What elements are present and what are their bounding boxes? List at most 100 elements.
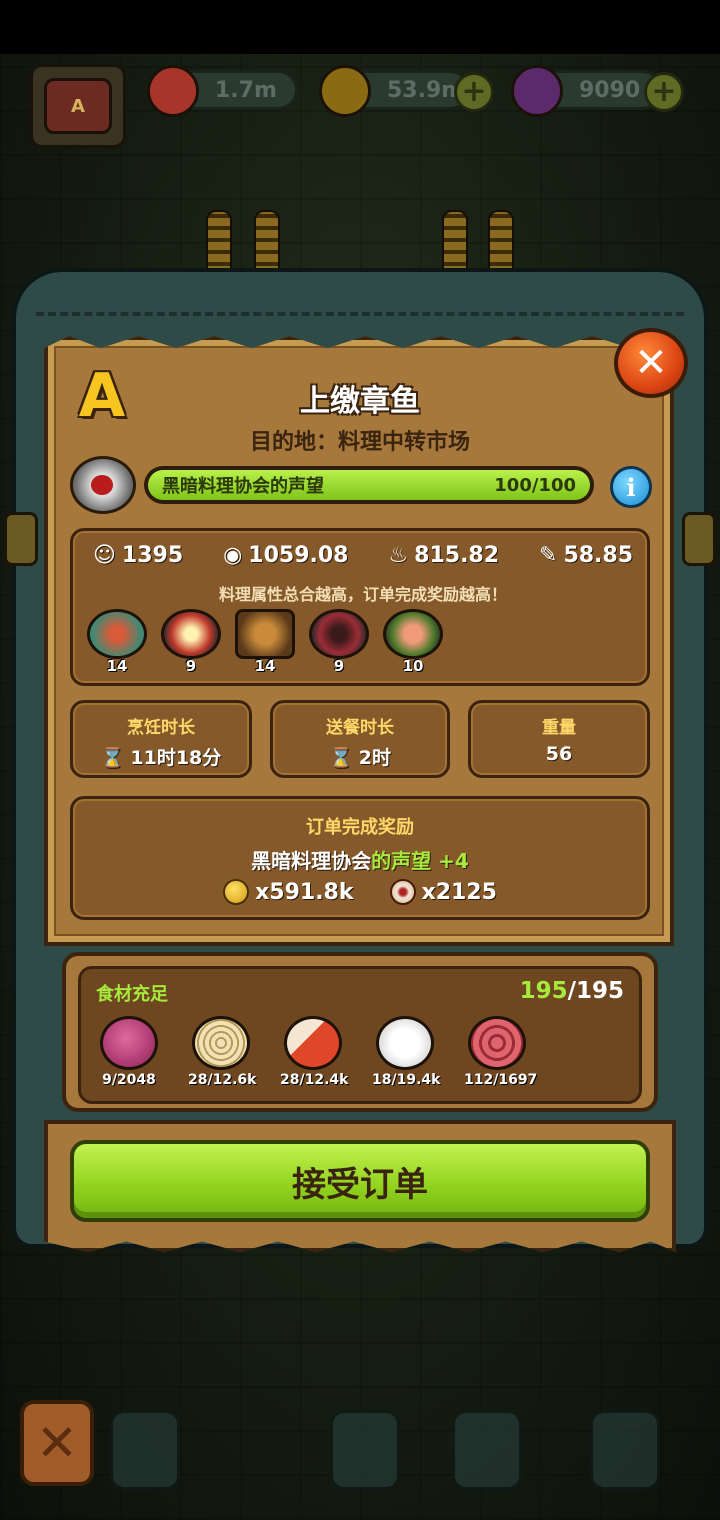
stat-row: ☺ 1395 ◉ 1059.08 ♨ 815.82 ✎ 58.85 [73,543,653,568]
dish-item[interactable]: 10 [383,609,443,675]
potion-resource: 9090 [511,65,662,117]
dish-count: 9 [333,657,345,675]
stat-eye: ◉ 1059.08 [223,543,348,568]
order-title: 上缴章鱼 [300,384,420,419]
reward-coins-value: x591.8k [255,879,354,905]
weight-label: 重量 [542,718,576,738]
noodles-icon [192,1016,250,1070]
stat-value: 1395 [121,543,184,568]
ingredient-item[interactable]: 28/12.4k [280,1016,349,1088]
add-coin-button[interactable]: + [454,72,494,112]
reputation-progress-fill: 黑暗料理协会的声望 100/100 [148,470,590,500]
reputation-value: 100/100 [494,474,576,496]
stat-value: 815.82 [414,543,500,568]
ingredient-item[interactable]: 28/12.6k [188,1016,256,1088]
hourglass-icon: ⌛ [100,747,125,769]
resource-bar: A 1.7m 53.9m + 9090 + [0,58,720,148]
ingredient-count: 9/2048 [102,1072,156,1088]
ingredients-total: /195 [567,978,624,1004]
coin-icon [223,879,250,905]
meat-icon [284,1016,342,1070]
coin-icon [319,65,371,117]
stat-mask: ☺ 1395 [93,543,183,568]
reward-reputation-org: 黑暗料理协会 [251,849,372,873]
book-icon [330,1410,400,1490]
info-icon: i [626,472,636,502]
rice-icon [376,1016,434,1070]
bottom-close-button[interactable]: ✕ [20,1400,94,1486]
bag-icon [452,1410,522,1490]
dish-item[interactable]: 14 [87,609,147,675]
reward-items: x591.8k x2125 [73,879,647,905]
potion-icon [511,65,563,117]
machine-knob [682,512,716,566]
onion-icon [100,1016,158,1070]
dish-count: 14 [254,657,276,675]
eye-icon: ◉ [223,543,243,568]
monster-face-icon: A [44,78,112,134]
ingredients-have: 195 [519,978,568,1004]
accept-order-button[interactable]: 接受订单 [70,1140,650,1222]
stat-value: 1059.08 [248,543,349,568]
reward-eyes-value: x2125 [421,879,497,905]
dish-list: 14 9 14 9 10 [87,609,443,675]
close-icon: ✕ [36,1414,78,1472]
hourglass-icon: ⌛ [329,747,353,769]
dimmed-nav-icon [590,1410,660,1490]
eyeball-resource: 1.7m [147,65,298,117]
reward-reputation: 黑暗料理协会的声望 +4 [73,845,647,874]
weight-box: 重量 56 [468,700,650,778]
reputation-label: 黑暗料理协会的声望 [162,476,324,497]
eyeball-value: 1.7m [215,77,277,103]
stat-knife: ✎ 58.85 [539,543,633,568]
ingredient-item[interactable]: 112/1697 [464,1016,538,1088]
coin-resource: 53.9m [319,65,470,117]
mask-icon: ☺ [92,543,116,568]
ingredients-status: 食材充足 [96,984,168,1005]
machine-knob [4,512,38,566]
ingredient-count: 28/12.4k [280,1072,349,1088]
reward-eyes: x2125 [389,879,497,905]
eyeball-icon [389,879,416,905]
ingredients-count: 195/195 [480,978,624,1004]
dish-count: 14 [106,657,128,675]
ingredient-count: 112/1697 [464,1072,538,1088]
dish-count: 9 [185,657,197,675]
dark-cuisine-guild-emblem-icon [70,456,136,514]
octopus-dish-icon [309,609,369,659]
dish-stats-box: ☺ 1395 ◉ 1059.08 ♨ 815.82 ✎ 58.85 料理属性总合越高，订… [70,528,650,686]
fried-dish-icon [235,609,295,659]
shrimp-dish-icon [383,609,443,659]
delivery-time-value: 2时 [358,747,391,769]
coin-value: 53.9m [387,77,465,103]
ingredient-item[interactable]: 9/2048 [96,1016,162,1088]
dish-count: 10 [402,657,424,675]
dimmed-nav-icon [110,1410,180,1490]
add-potion-button[interactable]: + [644,72,684,112]
tentacle-icon [468,1016,526,1070]
info-button[interactable]: i [610,466,652,508]
dish-item[interactable]: 9 [309,609,369,675]
ingredient-list: 9/2048 28/12.6k 28/12.4k 18/19.4k 112/16… [96,1016,538,1088]
cook-time-box: 烹饪时长 ⌛ 11时18分 [70,700,252,778]
dish-item[interactable]: 14 [235,609,295,675]
cook-time-label: 烹饪时长 [127,718,195,738]
ingredient-item[interactable]: 18/19.4k [372,1016,441,1088]
order-destination: 目的地：料理中转市场 [249,430,470,455]
delivery-time-box: 送餐时长 ⌛ 2时 [270,700,450,778]
reward-box: 订单完成奖励 黑暗料理协会的声望 +4 x591.8k x2125 [70,796,650,920]
stat-value: 58.85 [563,543,634,568]
stat-flame: ♨ 815.82 [388,543,499,568]
eyeball-icon [147,65,199,117]
egg-rice-dish-icon [161,609,221,659]
reward-coins: x591.8k [223,879,354,905]
knife-icon: ✎ [539,543,558,568]
dish-item[interactable]: 9 [161,609,221,675]
reward-reputation-amount: +4 [438,849,469,873]
flame-icon: ♨ [388,543,409,568]
weight-value: 56 [545,743,573,765]
player-rank-badge[interactable]: A [30,64,126,148]
stats-hint: 料理属性总合越高，订单完成奖励越高！ [218,585,507,604]
ingredient-count: 18/19.4k [372,1072,441,1088]
reward-reputation-suffix: 的声望 [371,849,432,873]
